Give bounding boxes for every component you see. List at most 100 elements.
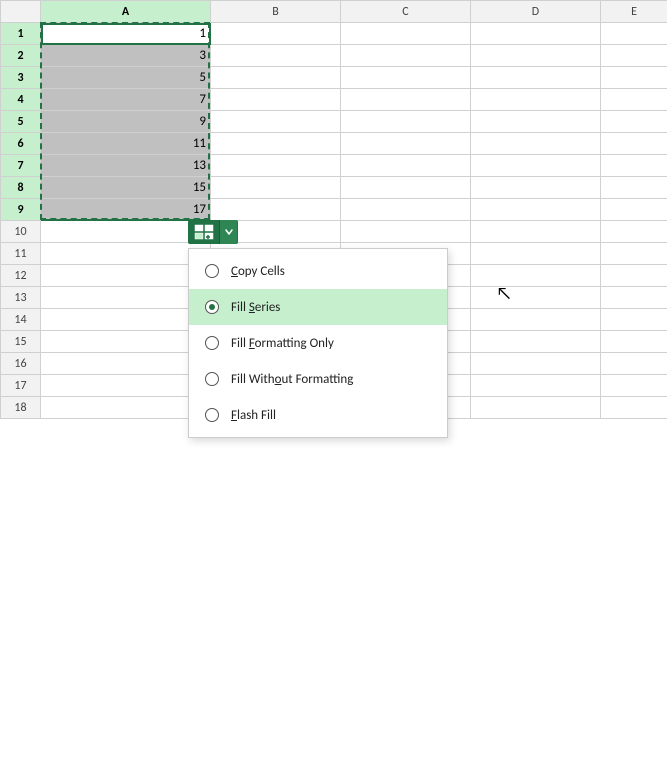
cell-D7[interactable] (471, 155, 601, 177)
cell-D11[interactable] (471, 243, 601, 265)
cell-C1[interactable] (341, 23, 471, 45)
cell-D16[interactable] (471, 353, 601, 375)
cell-C4[interactable] (341, 89, 471, 111)
row-header-15[interactable]: 15 (1, 331, 41, 353)
cell-A16[interactable] (41, 353, 211, 375)
cell-E16[interactable] (601, 353, 667, 375)
col-header-C[interactable]: C (341, 1, 471, 23)
row-header-14[interactable]: 14 (1, 309, 41, 331)
cell-E15[interactable] (601, 331, 667, 353)
cell-E2[interactable] (601, 45, 667, 67)
cell-A5[interactable]: 9 (41, 111, 211, 133)
cell-A13[interactable] (41, 287, 211, 309)
cell-A11[interactable] (41, 243, 211, 265)
menu-item-flash-fill[interactable]: Flash Fill (189, 397, 447, 433)
cell-D4[interactable] (471, 89, 601, 111)
cell-D13[interactable] (471, 287, 601, 309)
cell-B6[interactable] (211, 133, 341, 155)
row-header-17[interactable]: 17 (1, 375, 41, 397)
cell-C9[interactable] (341, 199, 471, 221)
row-header-4[interactable]: 4 (1, 89, 41, 111)
cell-B8[interactable] (211, 177, 341, 199)
cell-E5[interactable] (601, 111, 667, 133)
row-header-16[interactable]: 16 (1, 353, 41, 375)
cell-E4[interactable] (601, 89, 667, 111)
cell-E11[interactable] (601, 243, 667, 265)
row-header-1[interactable]: 1 (1, 23, 41, 45)
row-header-3[interactable]: 3 (1, 67, 41, 89)
cell-D12[interactable] (471, 265, 601, 287)
col-header-D[interactable]: D (471, 1, 601, 23)
menu-item-fill-formatting-only[interactable]: Fill Formatting Only (189, 325, 447, 361)
cell-D1[interactable] (471, 23, 601, 45)
cell-B1[interactable] (211, 23, 341, 45)
cell-E9[interactable] (601, 199, 667, 221)
cell-A6[interactable]: 11 (41, 133, 211, 155)
autofill-dropdown-arrow[interactable] (219, 220, 237, 244)
cell-E14[interactable] (601, 309, 667, 331)
cell-D14[interactable] (471, 309, 601, 331)
cell-C10[interactable] (341, 221, 471, 243)
cell-B7[interactable] (211, 155, 341, 177)
cell-C2[interactable] (341, 45, 471, 67)
cell-B9[interactable] (211, 199, 341, 221)
cell-B3[interactable] (211, 67, 341, 89)
col-header-A[interactable]: A (41, 1, 211, 23)
cell-E13[interactable] (601, 287, 667, 309)
cell-E18[interactable] (601, 397, 667, 419)
cell-A14[interactable] (41, 309, 211, 331)
cell-D17[interactable] (471, 375, 601, 397)
cell-A17[interactable] (41, 375, 211, 397)
cell-C7[interactable] (341, 155, 471, 177)
cell-B4[interactable] (211, 89, 341, 111)
cell-D10[interactable] (471, 221, 601, 243)
cell-A1[interactable]: 1 (41, 23, 211, 45)
row-header-5[interactable]: 5 (1, 111, 41, 133)
row-header-2[interactable]: 2 (1, 45, 41, 67)
row-header-8[interactable]: 8 (1, 177, 41, 199)
row-header-18[interactable]: 18 (1, 397, 41, 419)
cell-D18[interactable] (471, 397, 601, 419)
cell-A4[interactable]: 7 (41, 89, 211, 111)
cell-A12[interactable] (41, 265, 211, 287)
cell-A7[interactable]: 13 (41, 155, 211, 177)
row-header-10[interactable]: 10 (1, 221, 41, 243)
cell-A15[interactable] (41, 331, 211, 353)
cell-E12[interactable] (601, 265, 667, 287)
cell-E10[interactable] (601, 221, 667, 243)
menu-item-fill-series[interactable]: Fill Series (189, 289, 447, 325)
cell-C5[interactable] (341, 111, 471, 133)
row-header-11[interactable]: 11 (1, 243, 41, 265)
menu-item-fill-without-formatting[interactable]: Fill Without Formatting (189, 361, 447, 397)
cell-D6[interactable] (471, 133, 601, 155)
cell-E8[interactable] (601, 177, 667, 199)
cell-C3[interactable] (341, 67, 471, 89)
cell-A8[interactable]: 15 (41, 177, 211, 199)
row-header-9[interactable]: 9 (1, 199, 41, 221)
cell-B2[interactable] (211, 45, 341, 67)
cell-E7[interactable] (601, 155, 667, 177)
col-header-B[interactable]: B (211, 1, 341, 23)
cell-E6[interactable] (601, 133, 667, 155)
row-header-6[interactable]: 6 (1, 133, 41, 155)
cell-D9[interactable] (471, 199, 601, 221)
cell-E3[interactable] (601, 67, 667, 89)
cell-B5[interactable] (211, 111, 341, 133)
cell-C8[interactable] (341, 177, 471, 199)
cell-D15[interactable] (471, 331, 601, 353)
cell-D3[interactable] (471, 67, 601, 89)
col-header-E[interactable]: E (601, 1, 667, 23)
row-header-13[interactable]: 13 (1, 287, 41, 309)
cell-D5[interactable] (471, 111, 601, 133)
cell-A9[interactable]: 17 (41, 199, 211, 221)
cell-A10[interactable] (41, 221, 211, 243)
cell-A2[interactable]: 3 (41, 45, 211, 67)
row-header-7[interactable]: 7 (1, 155, 41, 177)
cell-E1[interactable] (601, 23, 667, 45)
cell-D2[interactable] (471, 45, 601, 67)
row-header-12[interactable]: 12 (1, 265, 41, 287)
menu-item-copy-cells[interactable]: Copy Cells (189, 253, 447, 289)
autofill-options-button[interactable] (188, 220, 238, 244)
cell-A3[interactable]: 5 (41, 67, 211, 89)
cell-C6[interactable] (341, 133, 471, 155)
